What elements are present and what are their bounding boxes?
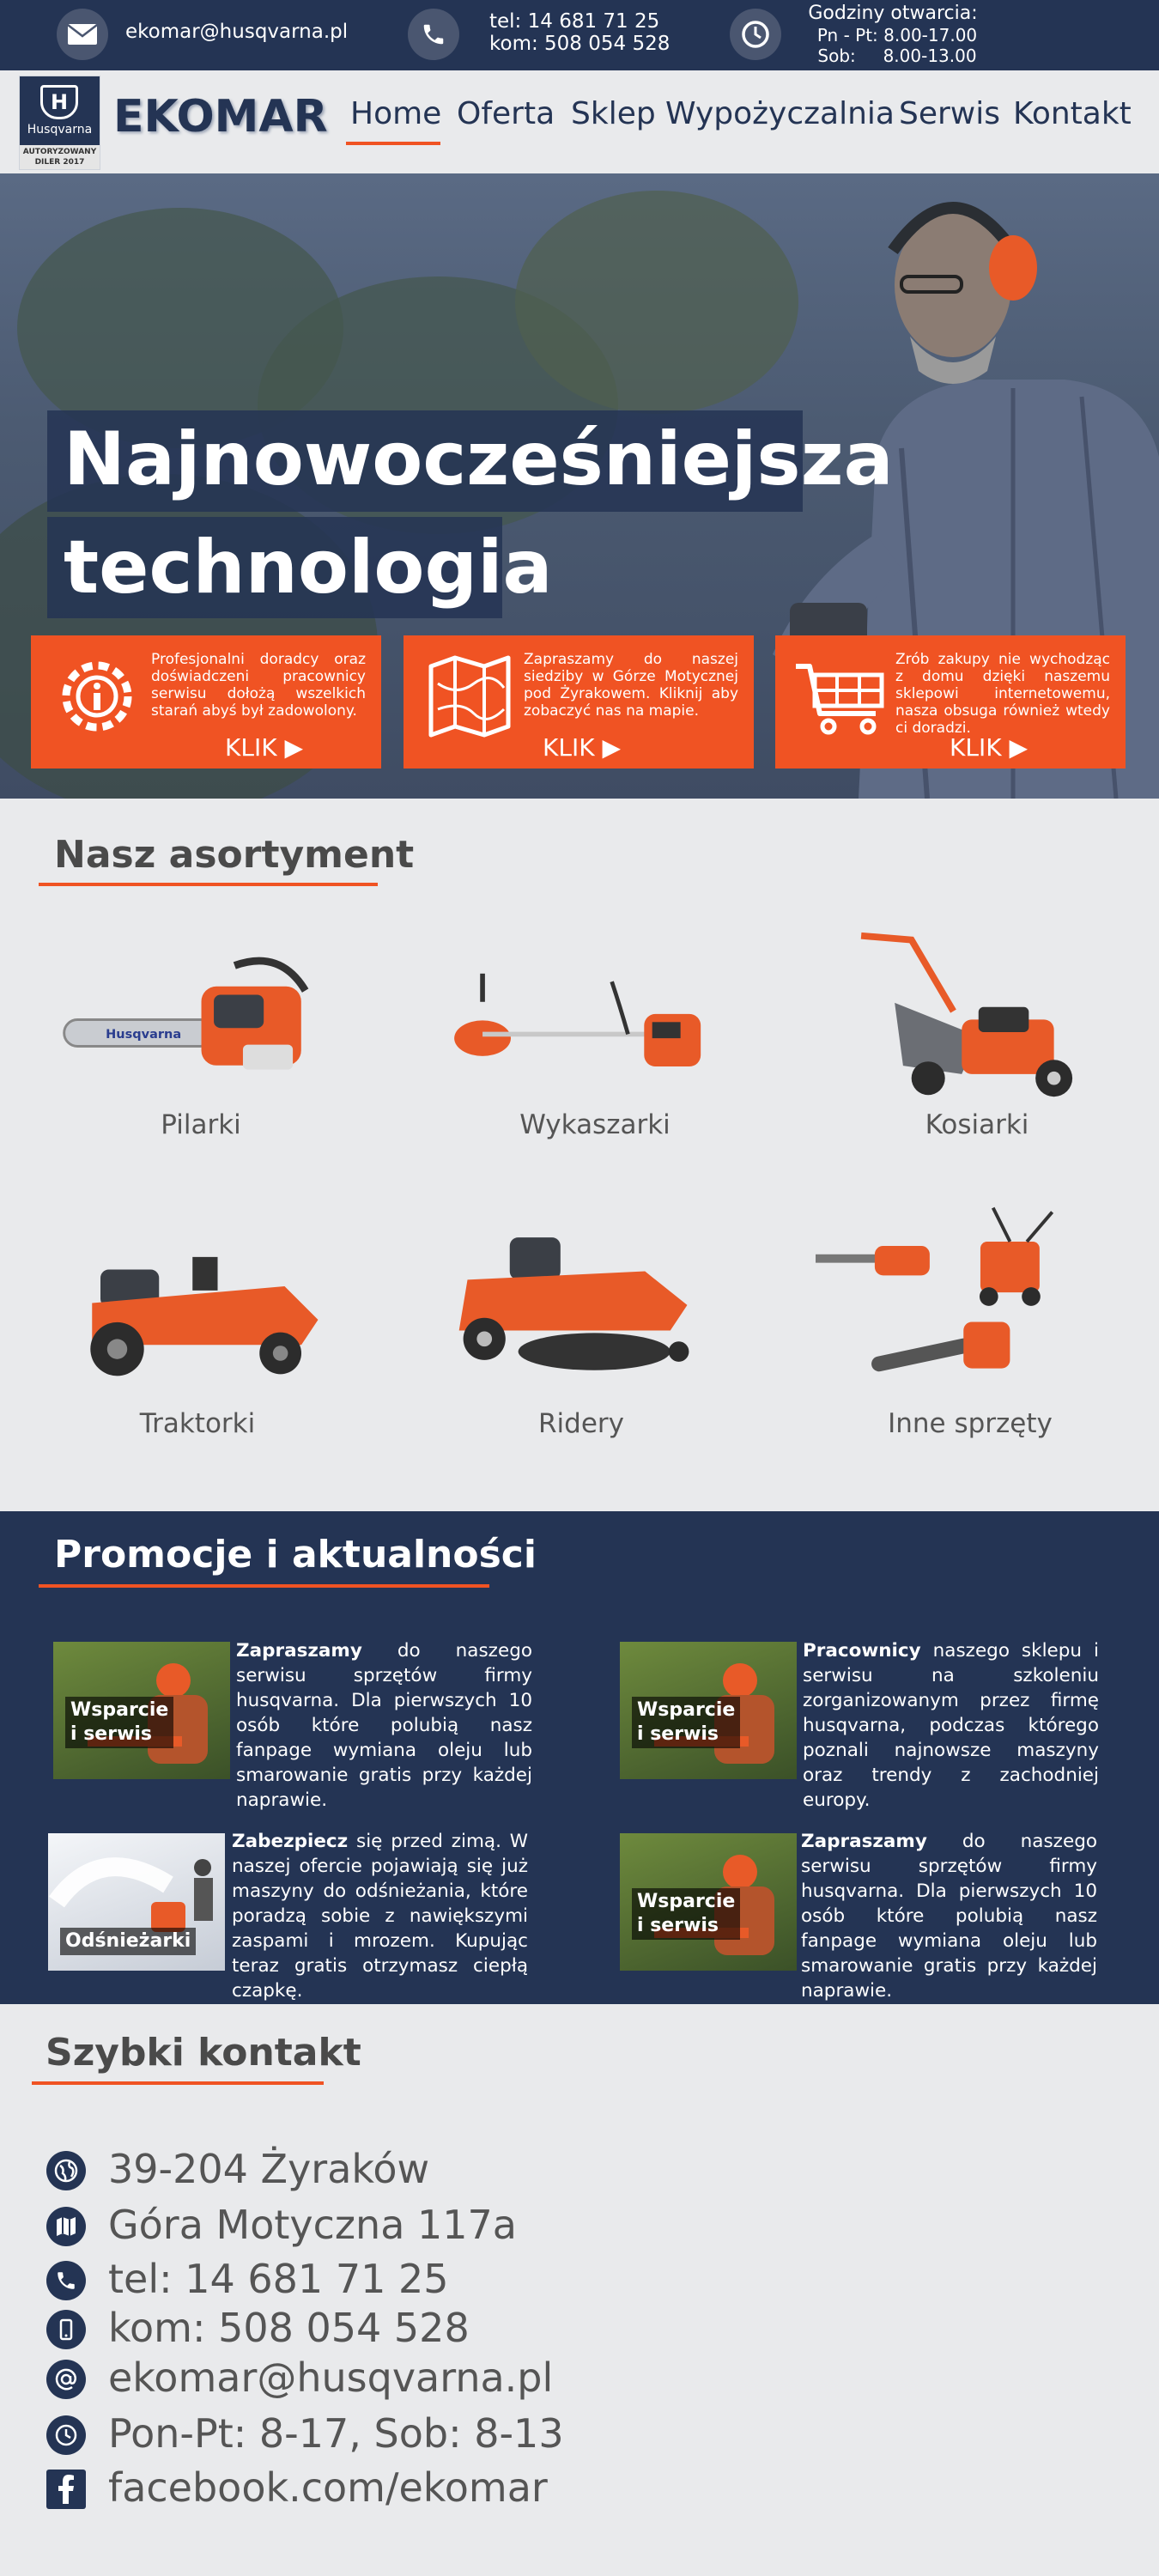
product-label-traktorki[interactable]: Traktorki [69,1408,326,1439]
nav-active-underline [346,142,440,145]
contact-hours: Pon-Pt: 8-17, Sob: 8-13 [108,2410,564,2457]
svg-text:Husqvarna: Husqvarna [106,1028,181,1042]
globe-icon [46,2151,86,2190]
contact-postcode: 39-204 Żyraków [108,2146,430,2192]
other-equipment-image[interactable] [816,1206,1086,1387]
shopping-cart-icon [796,664,884,735]
husqvarna-logo[interactable]: H Husqvarna AUTORYZOWANY DILER 2017 [19,76,100,170]
contact-title: Szybki kontakt [46,2031,361,2075]
promo-thumbnail[interactable]: Wsparcie i serwis [53,1642,230,1779]
promo-thumbnail[interactable]: Wsparcie i serwis [620,1642,797,1779]
promotions-title-underline [39,1584,489,1588]
brushcutter-image[interactable] [442,957,717,1095]
nav-item-home[interactable]: Home [350,96,441,131]
facebook-icon [46,2470,86,2509]
promo-thumbnail-label: Wsparcie i serwis [65,1697,174,1748]
assortment-title-underline [39,883,378,886]
top-bar: ekomar@husqvarna.pl tel: 14 681 71 25 ko… [0,0,1159,70]
mobile-icon [46,2310,86,2349]
contact-facebook-link[interactable]: facebook.com/ekomar [108,2464,548,2511]
opening-hours-title: Godziny otwarcia: [808,3,978,24]
nav-item-serwis[interactable]: Serwis [899,96,1000,131]
product-label-wykaszarki[interactable]: Wykaszarki [466,1109,724,1140]
top-email-link[interactable]: ekomar@husqvarna.pl [125,22,348,42]
hero-card-map-text: Zapraszamy do naszej siedziby w Górze Mo… [524,651,738,720]
hero-card-service-klik-link[interactable]: KLIK ▶ [225,733,303,762]
promo-text: Zabezpiecz się przed zimą. W naszej ofer… [232,1831,528,2002]
lawn-mower-image[interactable] [850,927,1090,1103]
hero-title-line-1: Najnowocześniejsza [64,416,894,502]
promo-text: Zapraszamy do naszego serwisu sprzętów f… [801,1831,1097,2002]
hero-card-shop-text: Zrób zakupy nie wychodząc z domu dzięki … [895,651,1110,737]
phone-icon [408,9,459,60]
promo-text: Zapraszamy do naszego serwisu sprzętów f… [236,1640,532,1811]
clock-icon [46,2415,86,2455]
nav-item-wypozyczalnia[interactable]: Wypożyczalnia [665,96,895,131]
badge-line-1: AUTORYZOWANY [22,148,97,156]
promo-thumbnail[interactable]: Wsparcie i serwis [620,1833,797,1971]
at-icon [46,2360,86,2399]
hero-card-shop[interactable]: Zrób zakupy nie wychodząc z domu dzięki … [775,635,1126,769]
product-label-inne-sprzety[interactable]: Inne sprzęty [841,1408,1099,1439]
authorized-dealer-badge: AUTORYZOWANY DILER 2017 [20,145,100,169]
hero-title-line-2: technologia [64,525,553,611]
contact-mobile[interactable]: kom: 508 054 528 [108,2305,470,2351]
nav-item-kontakt[interactable]: Kontakt [1013,96,1132,131]
promotions-title: Promocje i aktualności [54,1533,537,1577]
contact-phone[interactable]: tel: 14 681 71 25 [108,2256,449,2302]
phone-icon [46,2261,86,2300]
promo-thumbnail-label: Odśnieżarki [60,1928,197,1955]
contact-title-underline [32,2081,324,2085]
hero-card-map-klik-link[interactable]: KLIK ▶ [543,733,621,762]
lawn-tractor-image[interactable] [67,1224,335,1382]
hero-card-service[interactable]: Profesjonalni doradcy oraz doświadczeni … [31,635,381,769]
map-icon [46,2207,86,2246]
contact-email-link[interactable]: ekomar@husqvarna.pl [108,2354,553,2401]
logo-word: Husqvarna [27,123,93,137]
product-label-ridery[interactable]: Ridery [452,1408,710,1439]
nav-item-oferta[interactable]: Oferta [457,96,555,131]
badge-line-2: DILER 2017 [34,158,85,167]
rider-mower-image[interactable] [442,1219,713,1382]
clock-icon [730,9,781,60]
top-mobile[interactable]: kom: 508 054 528 [489,34,670,54]
hero-card-map[interactable]: Zapraszamy do naszej siedziby w Górze Mo… [404,635,754,769]
promo-thumbnail[interactable]: Odśnieżarki [48,1833,225,1971]
hero-card-service-text: Profesjonalni doradcy oraz doświadczeni … [151,651,366,720]
opening-hours-weekday: Pn - Pt: 8.00-17.00 [816,25,978,46]
service-gear-icon [62,661,132,732]
map-icon [428,655,511,738]
chainsaw-image[interactable]: Husqvarna [56,949,322,1091]
nav-item-sklep[interactable]: Sklep [571,96,656,131]
contact-street: Góra Motyczna 117a [108,2202,517,2248]
promo-thumbnail-label: Wsparcie i serwis [632,1697,741,1748]
top-phone[interactable]: tel: 14 681 71 25 [489,12,659,32]
brand-name[interactable]: EKOMAR [113,91,328,143]
assortment-title: Nasz asortyment [54,833,415,877]
product-label-pilarki[interactable]: Pilarki [72,1109,330,1140]
husqvarna-crown-icon: H [40,85,78,119]
promo-text: Pracownicy naszego sklepu i serwisu na s… [803,1640,1099,1811]
promo-thumbnail-label: Wsparcie i serwis [632,1888,741,1940]
hero-card-shop-klik-link[interactable]: KLIK ▶ [950,733,1028,762]
opening-hours-saturday: Sob: 8.00-13.00 [817,46,977,66]
product-label-kosiarki[interactable]: Kosiarki [848,1109,1106,1140]
envelope-icon [57,9,108,60]
